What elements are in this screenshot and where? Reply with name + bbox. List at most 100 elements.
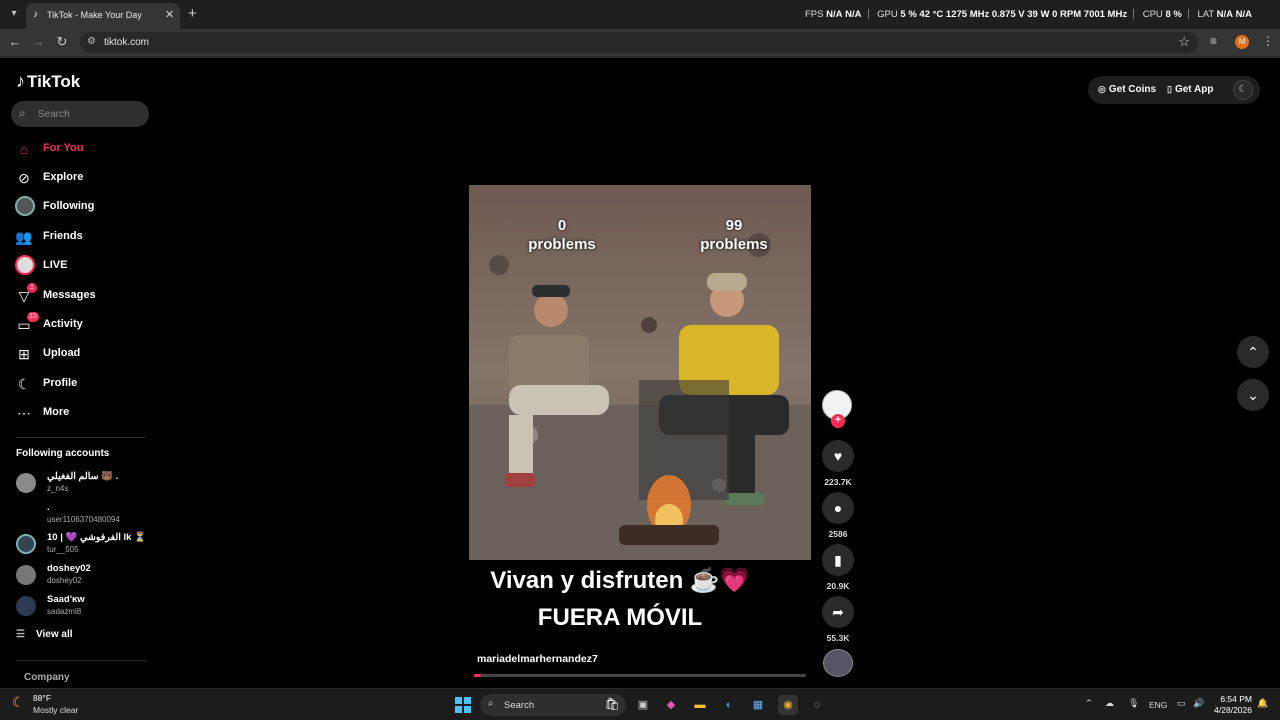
tab-title: TikTok - Make Your Day xyxy=(47,10,142,20)
share-icon: ➦ xyxy=(832,604,844,620)
tab-search-icon[interactable]: ▾ xyxy=(6,6,22,22)
tiktok-note-icon: ♪ xyxy=(16,71,25,91)
microphone-icon[interactable]: 🎙 xyxy=(1128,698,1139,709)
clock[interactable]: 6:54 PM 4/28/2026 xyxy=(1212,694,1252,716)
site-info-icon[interactable]: ⚙ xyxy=(87,36,96,47)
edge-icon[interactable]: ◐ xyxy=(719,695,739,715)
back-icon[interactable]: ← xyxy=(6,33,24,51)
phone-icon: ▯ xyxy=(1167,84,1172,94)
volume-icon[interactable]: 🔊 xyxy=(1193,698,1204,709)
performance-overlay: FPS N/A N/A GPU 5 % 42 °C 1275 MHz 0.875… xyxy=(805,9,1252,20)
follow-plus-icon[interactable]: + xyxy=(831,414,845,428)
clock-time: 6:54 PM xyxy=(1220,694,1252,704)
file-explorer-icon[interactable]: ▬ xyxy=(690,695,710,715)
app-icon[interactable]: ◌ xyxy=(807,695,827,715)
gpu-fan: 0 RPM xyxy=(1052,9,1082,20)
address-bar[interactable]: ⚙ tiktok.com ☆ xyxy=(80,32,1198,53)
reading-list-icon[interactable]: ≡ xyxy=(1210,34,1217,48)
chevron-up-icon: ⌃ xyxy=(1247,344,1259,360)
like-button[interactable]: ♥ xyxy=(822,440,854,472)
coin-icon: ◎ xyxy=(1098,84,1106,94)
weather-temp[interactable]: 88°F xyxy=(33,693,51,703)
start-windows-icon[interactable] xyxy=(455,697,471,713)
bookmark-star-icon[interactable]: ☆ xyxy=(1178,34,1190,50)
music-disc-avatar[interactable] xyxy=(823,649,853,677)
overlay-text: problems xyxy=(700,236,768,253)
fps-value: N/A xyxy=(826,9,843,20)
network-icon[interactable]: ▭ xyxy=(1177,698,1186,709)
reload-icon[interactable]: ↻ xyxy=(53,33,71,51)
activity-badge: 10 xyxy=(27,312,39,322)
nav-friends[interactable]: 👥 Friends xyxy=(15,226,150,248)
scroll-down-button[interactable]: ⌄ xyxy=(1237,379,1269,411)
notification-bell-icon[interactable]: 🔔 xyxy=(1257,698,1268,709)
forward-icon[interactable]: → xyxy=(29,33,47,51)
nav-messages[interactable]: ▽ 1 Messages xyxy=(15,283,150,307)
new-tab-icon[interactable]: + xyxy=(188,5,197,22)
browser-menu-icon[interactable]: ⋮ xyxy=(1262,34,1274,48)
lat-label: LAT xyxy=(1197,9,1214,20)
view-all-label: View all xyxy=(36,629,73,640)
nav-live[interactable]: LIVE xyxy=(15,255,150,277)
nav-label: LIVE xyxy=(43,259,68,271)
comment-button[interactable]: ● xyxy=(822,492,854,524)
nav-more[interactable]: ⋯ More xyxy=(15,402,150,424)
tiktok-logo[interactable]: ♪ TikTok xyxy=(16,71,80,92)
nav-profile[interactable]: ☾ Profile xyxy=(15,373,150,395)
avatar xyxy=(16,504,36,524)
language-indicator[interactable]: ENG xyxy=(1149,700,1167,710)
theme-moon-icon[interactable]: ☾ xyxy=(1233,80,1253,100)
weather-icon[interactable]: ☾ xyxy=(12,694,25,711)
browser-tab[interactable]: ♪ TikTok - Make Your Day ✕ xyxy=(26,3,180,29)
friends-icon: 👥 xyxy=(15,229,33,245)
avatar xyxy=(16,596,36,616)
following-account[interactable]: . user1106370480094 xyxy=(16,501,151,527)
chrome-icon[interactable]: ◉ xyxy=(778,695,798,715)
get-coins-button[interactable]: ◎ Get Coins xyxy=(1098,84,1156,95)
nav-for-you[interactable]: ⌂ For You xyxy=(15,138,150,160)
cloud-icon[interactable]: ☁ xyxy=(1105,698,1114,709)
microsoft-store-icon[interactable]: ▦ xyxy=(748,695,768,715)
scroll-up-button[interactable]: ⌃ xyxy=(1237,336,1269,368)
share-button[interactable]: ➦ xyxy=(822,596,854,628)
search-input[interactable]: ⌕ Search xyxy=(11,101,149,127)
url-text[interactable]: tiktok.com xyxy=(104,37,149,48)
account-name: . xyxy=(47,502,50,513)
account-username: user1106370480094 xyxy=(47,515,120,524)
save-button[interactable]: ▮ xyxy=(822,544,854,576)
taskbar-search[interactable]: ⌕ Search 🛍 xyxy=(480,694,626,716)
company-link[interactable]: Company xyxy=(24,672,70,683)
video-caption: Vivan y disfruten ☕💗 FUERA MÓVIL xyxy=(470,562,770,636)
heart-icon: ♥ xyxy=(833,448,843,464)
account-name: doshey02 xyxy=(47,563,91,574)
progress-fill xyxy=(474,674,481,677)
share-count: 55.3K xyxy=(826,633,850,643)
nav-activity[interactable]: ▭ 10 Activity xyxy=(15,312,150,336)
tab-close-icon[interactable]: ✕ xyxy=(165,8,174,21)
following-account[interactable]: 10 | 💜 الفرفوشي lk ⏳ tur__505 xyxy=(16,531,151,557)
browser-profile-avatar[interactable]: M xyxy=(1235,35,1249,49)
tray-overflow-icon[interactable]: ⌃ xyxy=(1085,698,1093,709)
search-icon: ⌕ xyxy=(488,698,494,709)
video-player[interactable]: 0 problems 99 problems xyxy=(469,185,811,560)
nav-explore[interactable]: ⊘ Explore xyxy=(15,167,150,189)
following-account[interactable]: Saad'ĸw sadazml8 xyxy=(16,593,151,619)
get-app-button[interactable]: ▯ Get App xyxy=(1167,84,1213,95)
following-account[interactable]: doshey02 doshey02 xyxy=(16,562,151,588)
copilot-icon[interactable]: ◆ xyxy=(661,695,681,715)
view-all-link[interactable]: ☰ View all xyxy=(16,629,73,640)
live-avatar-icon xyxy=(15,255,35,275)
following-account[interactable]: سالم الفغيلي 🐻 . z_n4s xyxy=(16,470,151,496)
nav-upload[interactable]: ⊞ Upload xyxy=(15,343,150,365)
nav-label: Profile xyxy=(43,377,78,389)
divider xyxy=(16,660,146,661)
get-app-label: Get App xyxy=(1174,84,1214,95)
video-progress-bar[interactable] xyxy=(474,674,806,677)
gpu-power: 39 W xyxy=(1027,9,1050,20)
weather-desc[interactable]: Mostly clear xyxy=(33,705,78,715)
task-view-icon[interactable]: ▣ xyxy=(633,695,653,715)
nav-following[interactable]: Following xyxy=(15,196,150,218)
search-icon: ⌕ xyxy=(19,106,26,120)
browser-toolbar: ← → ↻ ⚙ tiktok.com ☆ ≡ ⋮ xyxy=(0,29,1280,56)
video-author[interactable]: mariadelmarhernandez7 xyxy=(477,653,598,665)
